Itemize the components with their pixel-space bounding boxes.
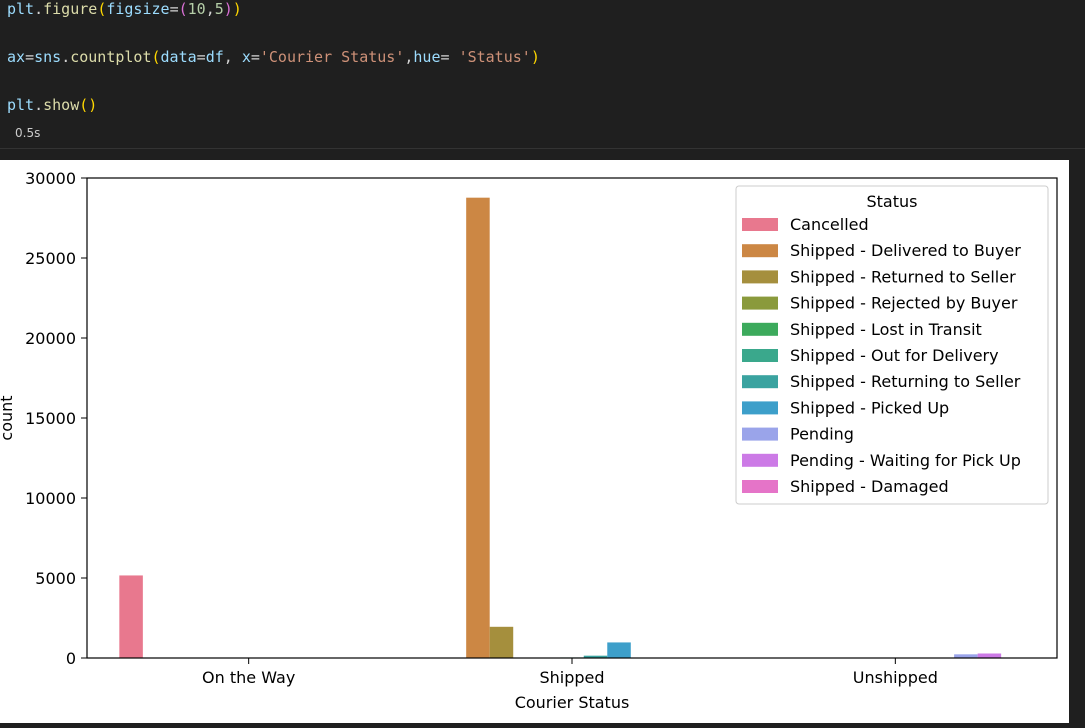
legend-swatch (742, 453, 778, 467)
legend-label: Shipped - Out for Delivery (790, 346, 999, 365)
code-token: = (169, 0, 179, 18)
code-token: ( (178, 0, 188, 18)
legend-swatch (742, 322, 778, 336)
code-token: plt (7, 0, 35, 18)
code-token: 'Courier Status' (259, 48, 405, 66)
code-line: plt.show() (7, 96, 97, 114)
code-token: x (241, 48, 251, 66)
y-axis-label: count (0, 395, 16, 440)
x-axis-label: Courier Status (515, 693, 630, 712)
code-line: plt.figure(figsize=(10,5)) (7, 0, 242, 18)
y-tick-label: 30000 (25, 169, 76, 188)
legend-swatch (742, 270, 778, 284)
legend-swatch (742, 401, 778, 415)
code-token: . (61, 48, 71, 66)
bar (489, 626, 514, 658)
code-token: 'Status' (458, 48, 531, 66)
code-token: show (43, 96, 80, 114)
y-tick-label: 15000 (25, 409, 76, 428)
code-token: , (205, 0, 215, 18)
legend-swatch (742, 375, 778, 389)
y-tick-label: 10000 (25, 489, 76, 508)
code-token: ) (530, 48, 540, 66)
legend-label: Shipped - Rejected by Buyer (790, 294, 1018, 313)
legend-label: Shipped - Damaged (790, 477, 949, 496)
y-tick-label: 20000 (25, 329, 76, 348)
code-token: , (223, 48, 242, 66)
code-token: figsize (106, 0, 170, 18)
code-token: . (34, 0, 44, 18)
legend-label: Shipped - Picked Up (790, 398, 949, 417)
bar (466, 197, 490, 658)
x-tick-label: On the Way (202, 668, 295, 687)
legend-label: Shipped - Delivered to Buyer (790, 241, 1021, 260)
countplot-chart: 0 5000 10000 15000 20000 25000 30000 On the Way… (0, 169, 1058, 712)
y-tick-label: 25000 (25, 249, 76, 268)
x-tick-label: Shipped (539, 668, 604, 687)
y-tick-label: 5000 (35, 569, 76, 588)
legend-swatch (742, 480, 778, 493)
execution-time: 0.5s (15, 126, 41, 140)
code-token: ( (151, 48, 161, 66)
legend-label: Shipped - Lost in Transit (790, 320, 982, 339)
legend-swatch (742, 218, 778, 231)
code-token: 10 (187, 0, 206, 18)
y-tick-label: 0 (66, 649, 76, 668)
legend-title: Status (867, 192, 918, 211)
bar (977, 653, 1002, 658)
legend-label: Shipped - Returned to Seller (790, 267, 1016, 286)
code-token: = (250, 48, 260, 66)
x-tick-label: Unshipped (853, 668, 938, 687)
bar (119, 575, 143, 658)
code-token: ax (7, 48, 26, 66)
cell-divider (0, 148, 1085, 149)
code-token: figure (43, 0, 98, 18)
code-token: countplot (70, 48, 152, 66)
code-token: ) (223, 0, 233, 18)
legend-label: Pending - Waiting for Pick Up (790, 451, 1021, 470)
code-token: = (25, 48, 35, 66)
code-token: . (34, 96, 44, 114)
code-line: ax=sns.countplot(data=df, x='Courier Sta… (7, 48, 540, 66)
code-token: = (440, 48, 459, 66)
legend-swatch (742, 427, 778, 441)
legend-swatch (742, 244, 778, 258)
code-token: data (160, 48, 197, 66)
code-token: ) (232, 0, 242, 18)
code-token: hue (413, 48, 441, 66)
cell-output: 0 5000 10000 15000 20000 25000 30000 On the Way… (0, 160, 1069, 723)
code-token: = (196, 48, 206, 66)
legend-label: Cancelled (790, 215, 869, 234)
legend-label: Pending (790, 425, 854, 444)
legend: Status Cancelled Shipped - Delivered to Bu… (735, 185, 1049, 505)
code-token: sns (34, 48, 62, 66)
code-token: plt (7, 96, 35, 114)
legend-label: Shipped - Returning to Seller (790, 372, 1021, 391)
legend-swatch (742, 349, 778, 362)
bar (607, 642, 631, 658)
code-token: 5 (214, 0, 224, 18)
code-token: ( (97, 0, 107, 18)
legend-swatch (742, 296, 778, 310)
code-token: () (79, 96, 98, 114)
code-token: df (205, 48, 224, 66)
code-cell[interactable]: plt.figure(figsize=(10,5)) ax=sns.countp… (0, 0, 1085, 148)
